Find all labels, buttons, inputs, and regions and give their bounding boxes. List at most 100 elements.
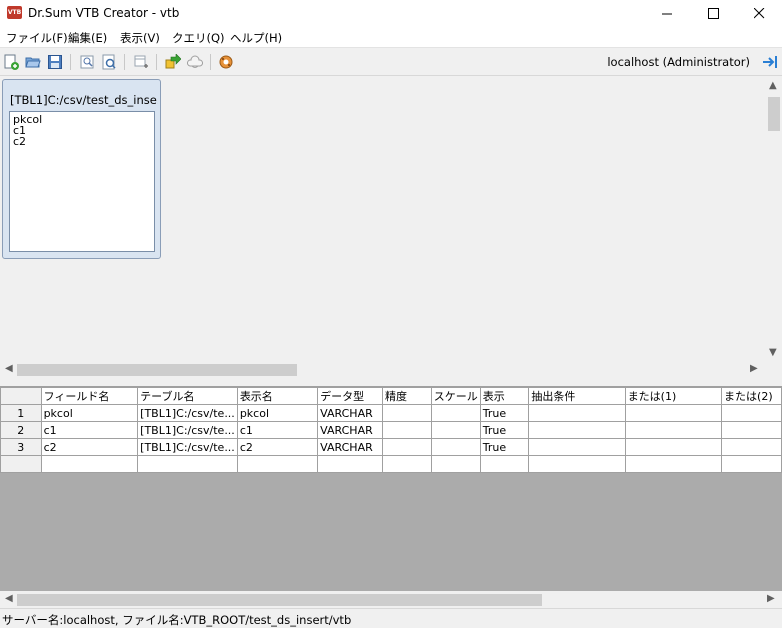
canvas-horizontal-scrollbar[interactable]: ◀ ▶ [0, 361, 765, 378]
grid-cell[interactable] [317, 455, 384, 473]
preview-button[interactable] [100, 53, 118, 71]
save-icon [48, 55, 62, 69]
scroll-down-icon[interactable]: ▼ [769, 347, 777, 358]
grid-cell[interactable] [479, 455, 530, 473]
grid-corner [0, 387, 42, 405]
column-header[interactable]: スケール [430, 387, 481, 405]
grid-cell[interactable] [382, 404, 432, 422]
zoom-button[interactable] [78, 53, 96, 71]
grid-cell[interactable]: [TBL1]C:/csv/te... [137, 421, 238, 439]
grid-cell[interactable] [528, 421, 626, 439]
field-grid-area: フィールド名 テーブル名 表示名 データ型 精度 スケール 表示 抽出条件 また… [0, 386, 782, 608]
menu-view[interactable]: 表示(V) [120, 30, 160, 46]
grid-cell[interactable] [624, 438, 723, 456]
grid-cell[interactable] [624, 421, 723, 439]
field-item[interactable]: pkcol [13, 114, 151, 125]
column-header[interactable]: データ型 [317, 387, 384, 405]
field-grid: フィールド名 テーブル名 表示名 データ型 精度 スケール 表示 抽出条件 また… [0, 387, 782, 473]
grid-cell[interactable] [528, 455, 626, 473]
grid-cell[interactable]: VARCHAR [317, 438, 384, 456]
open-button[interactable] [24, 53, 42, 71]
column-header[interactable]: または(1) [624, 387, 723, 405]
column-header[interactable]: テーブル名 [137, 387, 238, 405]
grid-cell[interactable] [430, 455, 481, 473]
table-box[interactable]: [TBL1]C:/csv/test_ds_inse... pkcol c1 c2 [2, 79, 161, 259]
column-header[interactable]: または(2) [721, 387, 782, 405]
menu-file[interactable]: ファイル(F) [6, 30, 68, 46]
grid-cell[interactable] [430, 404, 481, 422]
cloud-button[interactable] [186, 53, 204, 71]
design-canvas[interactable]: [TBL1]C:/csv/test_ds_inse... pkcol c1 c2… [0, 77, 782, 378]
table-field-list[interactable]: pkcol c1 c2 [9, 111, 155, 252]
new-button[interactable] [2, 53, 20, 71]
grid-cell[interactable]: True [479, 421, 530, 439]
menu-help[interactable]: ヘルプ(H) [230, 30, 282, 46]
save-button[interactable] [46, 53, 64, 71]
scroll-thumb[interactable] [768, 97, 780, 131]
maximize-button-real[interactable] [690, 0, 736, 26]
grid-cell[interactable]: [TBL1]C:/csv/te... [137, 438, 238, 456]
menu-query[interactable]: クエリ(Q) [172, 30, 225, 46]
column-header[interactable]: フィールド名 [40, 387, 139, 405]
row-number[interactable]: 3 [0, 438, 42, 456]
grid-cell[interactable]: c1 [236, 421, 319, 439]
scroll-left-icon[interactable]: ◀ [5, 593, 13, 604]
pane-splitter[interactable] [0, 377, 782, 386]
grid-cell[interactable]: pkcol [236, 404, 319, 422]
row-number[interactable] [0, 455, 42, 473]
grid-cell[interactable]: VARCHAR [317, 421, 384, 439]
row-number[interactable]: 2 [0, 421, 42, 439]
close-button-real[interactable] [736, 0, 782, 26]
grid-cell[interactable]: True [479, 438, 530, 456]
menu-edit[interactable]: 編集(E) [68, 30, 107, 46]
column-header[interactable]: 抽出条件 [528, 387, 626, 405]
grid-cell[interactable] [382, 438, 432, 456]
open-icon [25, 57, 41, 68]
grid-cell[interactable]: c2 [236, 438, 319, 456]
scroll-up-icon[interactable]: ▲ [769, 80, 777, 91]
column-header[interactable]: 表示 [479, 387, 530, 405]
grid-cell[interactable]: c1 [40, 421, 139, 439]
grid-cell[interactable] [624, 404, 723, 422]
minimize-button-real[interactable] [644, 0, 690, 26]
grid-cell[interactable] [721, 404, 782, 422]
grid-cell[interactable]: True [479, 404, 530, 422]
grid-cell[interactable] [430, 438, 481, 456]
grid-cell[interactable] [721, 438, 782, 456]
grid-cell[interactable] [624, 455, 723, 473]
grid-cell[interactable]: [TBL1]C:/csv/te... [137, 404, 238, 422]
grid-cell[interactable]: VARCHAR [317, 404, 384, 422]
scroll-right-icon[interactable]: ▶ [767, 593, 775, 604]
grid-cell[interactable] [382, 421, 432, 439]
status-bar: サーバー名:localhost, ファイル名:VTB_ROOT/test_ds_… [0, 608, 782, 628]
field-item[interactable]: c1 [13, 125, 151, 136]
column-header[interactable]: 表示名 [236, 387, 319, 405]
status-text: サーバー名:localhost, ファイル名:VTB_ROOT/test_ds_… [2, 613, 352, 627]
settings-button[interactable] [217, 53, 235, 71]
scroll-thumb[interactable] [17, 364, 297, 376]
run-button[interactable] [164, 53, 182, 71]
grid-cell[interactable] [528, 438, 626, 456]
canvas-vertical-scrollbar[interactable]: ▲ ▼ [765, 77, 782, 363]
grid-cell[interactable] [137, 455, 238, 473]
grid-horizontal-scrollbar[interactable]: ◀ ▶ [0, 591, 782, 608]
grid-cell[interactable] [382, 455, 432, 473]
scroll-left-icon[interactable]: ◀ [5, 363, 13, 374]
grid-cell[interactable] [236, 455, 319, 473]
grid-cell[interactable] [430, 421, 481, 439]
row-number[interactable]: 1 [0, 404, 42, 422]
grid-cell[interactable]: c2 [40, 438, 139, 456]
grid-cell[interactable] [40, 455, 139, 473]
scroll-right-icon[interactable]: ▶ [750, 363, 758, 374]
grid-cell[interactable] [721, 421, 782, 439]
grid-cell[interactable]: pkcol [40, 404, 139, 422]
logout-button[interactable] [761, 53, 779, 71]
run-icon [165, 54, 181, 69]
field-item[interactable]: c2 [13, 136, 151, 147]
column-header[interactable]: 精度 [382, 387, 432, 405]
grid-cell[interactable] [528, 404, 626, 422]
add-table-button[interactable] [132, 53, 150, 71]
table-box-title[interactable]: [TBL1]C:/csv/test_ds_inse... [10, 93, 158, 107]
scroll-thumb[interactable] [17, 594, 542, 606]
grid-cell[interactable] [721, 455, 782, 473]
